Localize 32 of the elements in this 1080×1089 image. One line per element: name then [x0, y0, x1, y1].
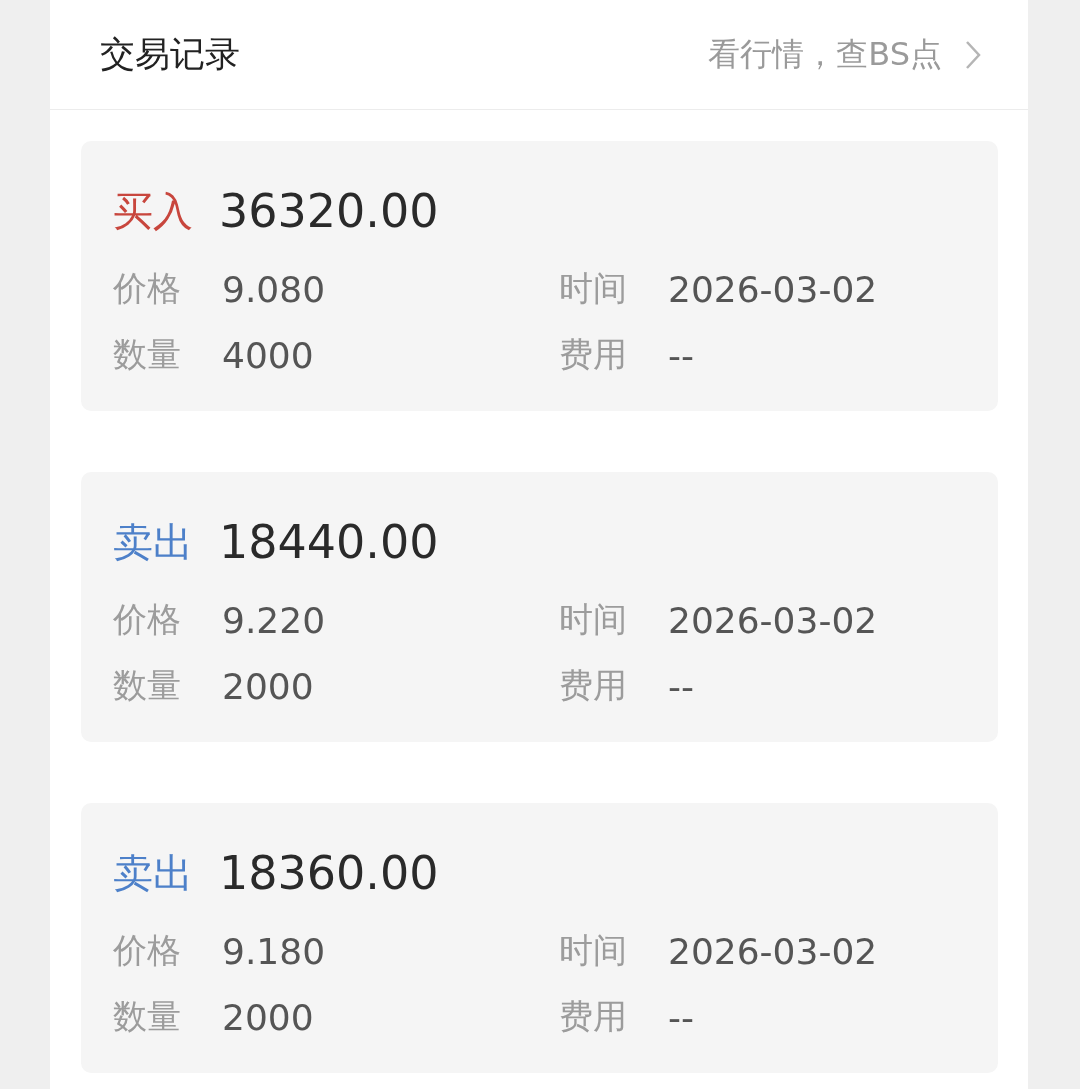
field-label: 价格	[113, 929, 182, 972]
field-value: 9.220	[222, 599, 326, 641]
field-label: 费用	[559, 664, 628, 707]
field-label: 时间	[559, 929, 628, 972]
field-label: 时间	[559, 598, 628, 641]
market-link[interactable]: 看行情，查BS点	[708, 32, 982, 77]
field-value: 2000	[222, 996, 314, 1038]
field-value: 9.180	[222, 930, 326, 972]
field-label: 时间	[559, 267, 628, 310]
field-value: --	[668, 996, 694, 1038]
trade-type: 卖出	[113, 848, 193, 898]
field-value: 9.080	[222, 268, 326, 310]
field-value: 4000	[222, 334, 314, 376]
field-label: 费用	[559, 333, 628, 376]
field-value: 2026-03-02	[668, 268, 878, 310]
section-title: 交易记录	[100, 33, 240, 76]
field-value: --	[668, 665, 694, 707]
field-value: 2026-03-02	[668, 930, 878, 972]
trade-type: 卖出	[113, 517, 193, 567]
field-label: 价格	[113, 598, 182, 641]
field-label: 费用	[559, 995, 628, 1038]
field-label: 数量	[113, 333, 182, 376]
field-label: 价格	[113, 267, 182, 310]
trade-amount: 36320.00	[219, 184, 439, 238]
trade-amount: 18360.00	[219, 846, 439, 900]
field-value: 2026-03-02	[668, 599, 878, 641]
trade-type: 买入	[113, 186, 193, 236]
field-label: 数量	[113, 995, 182, 1038]
field-value: 2000	[222, 665, 314, 707]
field-value: --	[668, 334, 694, 376]
field-label: 数量	[113, 664, 182, 707]
trade-amount: 18440.00	[219, 515, 439, 569]
